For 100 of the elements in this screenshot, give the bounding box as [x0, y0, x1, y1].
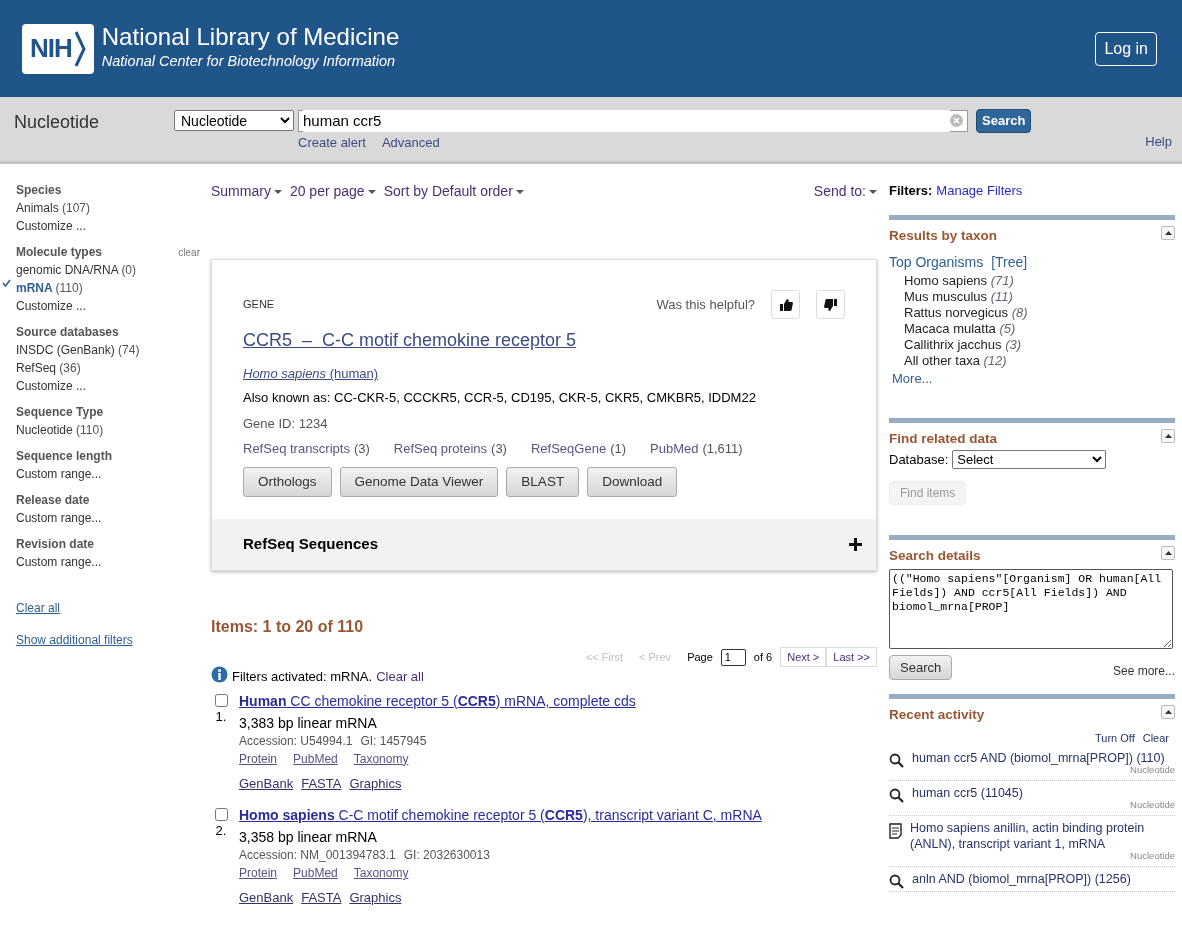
- see-more-link[interactable]: See more...: [1112, 662, 1175, 681]
- gene-link[interactable]: RefSeq transcripts: [243, 438, 350, 458]
- organism-link[interactable]: Homo sapiens (human): [243, 364, 379, 384]
- activity-item-link[interactable]: human ccr5 AND (biomol_mrna[PROP]) (110): [912, 750, 1175, 766]
- format-link[interactable]: FASTA: [301, 773, 342, 794]
- search-link[interactable]: Advanced: [381, 132, 440, 152]
- clear-link[interactable]: clear: [178, 244, 200, 260]
- gene-title-link[interactable]: CCR5 – C-C motif chemokine receptor 5: [243, 327, 577, 354]
- filter-item[interactable]: genomic DNA/RNA (0): [16, 261, 200, 279]
- display-option[interactable]: 20 per page: [289, 181, 376, 202]
- result-title-link[interactable]: Homo sapiens C-C motif chemokine receptor 5 (CCR5), transcript variant C, mRNA: [239, 807, 762, 824]
- format-link[interactable]: GenBank: [239, 888, 294, 908]
- customize-link[interactable]: Custom range...: [16, 553, 200, 571]
- organism-item[interactable]: Callithrix jacchus (3): [889, 336, 1175, 353]
- customize-link[interactable]: Customize ...: [16, 377, 200, 395]
- customize-link[interactable]: Custom range...: [16, 465, 200, 483]
- format-link[interactable]: Graphics: [349, 888, 402, 908]
- search-link[interactable]: Create alert: [298, 132, 366, 152]
- activity-item-link[interactable]: Homo sapiens anillin, actin binding protein (ANLN), transcript variant 1, mRNA: [910, 820, 1175, 852]
- filter-notice: Filters activated: mRNA.: [232, 668, 373, 687]
- customize-link[interactable]: Customize ...: [16, 297, 200, 315]
- related-link[interactable]: Protein: [239, 749, 278, 768]
- format-link[interactable]: Graphics: [349, 773, 402, 794]
- result-title-link[interactable]: Human CC chemokine receptor 5 (CCR5) mRNA, complete cds: [239, 692, 636, 709]
- gene-button[interactable]: Orthologs: [243, 467, 332, 498]
- format-link[interactable]: GenBank: [239, 773, 294, 794]
- filter-group-title: Molecule types: [16, 244, 103, 261]
- link-count: (1,611): [702, 439, 743, 458]
- send-to-menu[interactable]: Send to:: [813, 181, 877, 202]
- search-button[interactable]: Search: [976, 109, 1032, 133]
- organism-item[interactable]: Homo sapiens (71): [889, 272, 1175, 289]
- manage-filters-link[interactable]: Manage Filters: [936, 181, 1023, 201]
- organism-item[interactable]: Mus musculus (11): [889, 288, 1175, 305]
- database-select[interactable]: Nucleotide: [174, 110, 294, 132]
- search-button[interactable]: Search: [889, 654, 953, 681]
- triangle-up-icon: [1164, 230, 1172, 235]
- gene-link[interactable]: RefSeqGene: [530, 438, 607, 458]
- collapse-button[interactable]: [1161, 225, 1175, 240]
- login-button[interactable]: Log in: [1095, 31, 1157, 66]
- activity-link[interactable]: Turn Off: [1094, 729, 1135, 746]
- search-icon: [889, 753, 904, 768]
- search-field[interactable]: human ccr5: [298, 109, 968, 132]
- organism-item[interactable]: All other taxa (12): [889, 352, 1175, 369]
- related-link[interactable]: Protein: [239, 864, 278, 883]
- collapse-button[interactable]: [1161, 546, 1175, 560]
- more-link[interactable]: More...: [889, 368, 1175, 389]
- thumbs-up-button[interactable]: [771, 290, 800, 319]
- related-link[interactable]: PubMed: [293, 864, 338, 883]
- clear-all-link[interactable]: Clear all: [376, 667, 424, 687]
- display-option[interactable]: Summary: [211, 181, 282, 202]
- gi-number: GI: 2032630013: [403, 847, 490, 865]
- related-link[interactable]: Taxonomy: [353, 749, 409, 768]
- related-link[interactable]: PubMed: [293, 749, 338, 768]
- sidebar-link[interactable]: Clear all: [16, 599, 200, 617]
- thumbs-down-button[interactable]: [816, 290, 845, 319]
- help-link[interactable]: Help: [1145, 131, 1172, 151]
- organism-item[interactable]: Rattus norvegicus (8): [889, 304, 1175, 321]
- activity-item-link[interactable]: anln AND (biomol_mrna[PROP]) (1256): [912, 871, 1175, 887]
- gene-link[interactable]: RefSeq proteins: [393, 438, 488, 458]
- search-details-field[interactable]: (("Homo sapiens"[Organism] OR human[All Fields]) AND ccr5[All Fields]) AND biomol_mrna[PROP]: [889, 569, 1173, 650]
- gene-link[interactable]: PubMed: [650, 438, 699, 458]
- page-label: Page: [687, 649, 713, 665]
- customize-link[interactable]: Customize ...: [16, 217, 200, 235]
- organism-item[interactable]: Macaca mulatta (5): [889, 320, 1175, 337]
- format-link[interactable]: FASTA: [301, 888, 342, 908]
- collapse-button[interactable]: [1161, 705, 1175, 720]
- gene-button[interactable]: Download: [587, 467, 678, 498]
- customize-link[interactable]: Custom range...: [16, 509, 200, 527]
- link-count: (3): [353, 439, 370, 458]
- activity-item-link[interactable]: human ccr5 (11045): [912, 785, 1175, 801]
- filter-group-title: Sequence length: [16, 448, 113, 465]
- tree-link[interactable]: [Tree]: [991, 251, 1028, 273]
- filter-item[interactable]: Animals (107): [16, 199, 200, 217]
- display-option[interactable]: Sort by Default order: [383, 181, 524, 202]
- site-title: National Library of Medicine: [101, 24, 400, 51]
- filter-item[interactable]: RefSeq (36): [16, 359, 200, 377]
- next-page-button[interactable]: Next >: [780, 646, 827, 668]
- accession: Accession: NM_001394783.1: [239, 847, 396, 865]
- gi-number: GI: 1457945: [360, 732, 427, 750]
- accession: Accession: U54994.1: [239, 732, 353, 750]
- gene-button[interactable]: BLAST: [506, 467, 580, 498]
- gene-button[interactable]: Genome Data Viewer: [339, 467, 499, 498]
- database-label: Nucleotide: [1129, 798, 1175, 812]
- panel-title: Search details: [889, 547, 981, 565]
- caret-icon: [367, 190, 376, 195]
- row-checkbox[interactable]: [214, 693, 228, 707]
- filter-item[interactable]: Nucleotide (110): [16, 421, 200, 439]
- check-icon: [2, 279, 11, 287]
- filter-item[interactable]: mRNA (110): [16, 279, 200, 297]
- collapse-button[interactable]: [1161, 429, 1175, 444]
- activity-link[interactable]: Clear: [1142, 729, 1169, 746]
- last-page-button[interactable]: Last >>: [826, 646, 877, 668]
- search-icon: [889, 788, 904, 803]
- result-description: 3,358 bp linear mRNA: [239, 828, 378, 847]
- section-header[interactable]: RefSeq Sequences: [212, 519, 876, 570]
- related-link[interactable]: Taxonomy: [353, 864, 409, 883]
- sidebar-link[interactable]: Show additional filters: [16, 631, 200, 649]
- row-checkbox[interactable]: [214, 808, 228, 822]
- filter-item[interactable]: INSDC (GenBank) (74): [16, 341, 200, 359]
- page-field[interactable]: 1: [720, 648, 746, 666]
